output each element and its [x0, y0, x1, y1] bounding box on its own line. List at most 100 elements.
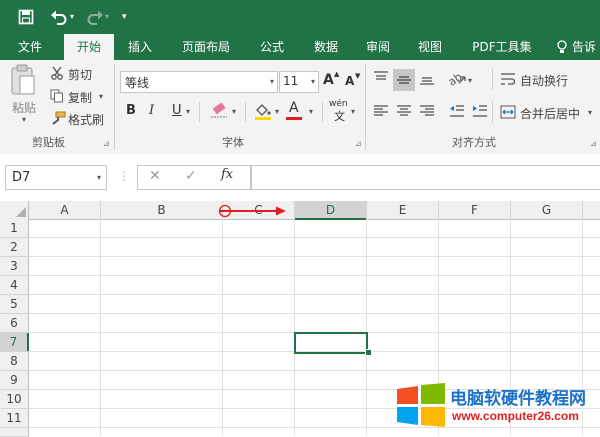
merge-dropdown-icon[interactable]: ▾ — [588, 108, 592, 117]
increase-arrow-icon: ▲ — [334, 70, 340, 78]
row-header-7[interactable]: 7 — [0, 333, 29, 352]
wrap-text-button[interactable]: 自动换行 — [520, 72, 568, 89]
tab-formulas[interactable]: 公式 — [250, 34, 294, 60]
separator — [114, 64, 115, 150]
select-all-corner[interactable] — [0, 201, 29, 220]
insert-function-button[interactable]: fx — [221, 167, 233, 182]
font-group-label: 字体 — [222, 136, 244, 149]
font-size-dropdown[interactable]: 11 ▾ — [279, 71, 319, 93]
column-header-g[interactable]: G — [511, 201, 583, 220]
merge-center-icon[interactable] — [500, 104, 516, 123]
phonetic-dropdown-icon[interactable]: ▾ — [351, 107, 355, 116]
row-header-4[interactable]: 4 — [0, 276, 29, 295]
column-header-a[interactable]: A — [29, 201, 101, 220]
column-header-f[interactable]: F — [439, 201, 511, 220]
merge-center-button[interactable]: 合并后居中 — [520, 105, 580, 122]
column-header-e[interactable]: E — [367, 201, 439, 220]
font-color-button[interactable]: A — [289, 100, 299, 116]
paste-dropdown-icon[interactable]: ▾ — [22, 115, 26, 124]
windows-logo-icon — [396, 383, 446, 430]
middle-align-button[interactable] — [393, 69, 415, 91]
copy-icon[interactable] — [50, 89, 64, 106]
confirm-icon[interactable]: ✓ — [185, 168, 197, 184]
redo-icon[interactable] — [86, 0, 104, 37]
more-options-icon[interactable]: ⋮ — [118, 169, 130, 183]
increase-indent-icon[interactable] — [472, 103, 488, 122]
tab-tell-me[interactable]: 告诉 — [572, 34, 600, 60]
cut-button[interactable]: 剪切 — [68, 66, 92, 83]
row-header-8[interactable]: 8 — [0, 352, 29, 371]
column-header-d[interactable]: D — [295, 201, 367, 220]
cancel-icon[interactable]: ✕ — [149, 168, 161, 184]
align-right-icon[interactable] — [419, 103, 435, 122]
tab-review[interactable]: 审阅 — [356, 34, 400, 60]
paste-icon[interactable] — [10, 64, 36, 101]
row-header-11[interactable]: 11 — [0, 409, 29, 428]
save-icon[interactable] — [18, 0, 34, 37]
row-header-1[interactable]: 1 — [0, 219, 29, 238]
lightbulb-icon[interactable] — [556, 40, 568, 57]
top-align-icon[interactable] — [373, 70, 389, 89]
watermark-title: 电脑软硬件教程网 — [450, 389, 586, 409]
align-center-icon[interactable] — [396, 103, 412, 122]
font-name-dropdown[interactable]: 等线 ▾ — [120, 71, 278, 93]
font-dialog-launcher-icon[interactable]: ⊿ — [355, 139, 362, 148]
fill-color-icon[interactable] — [254, 102, 272, 123]
fill-handle[interactable] — [365, 349, 372, 356]
font-color-dropdown-icon[interactable]: ▾ — [309, 107, 313, 116]
decrease-indent-icon[interactable] — [449, 103, 465, 122]
tab-data[interactable]: 数据 — [304, 34, 348, 60]
tab-view[interactable]: 视图 — [408, 34, 452, 60]
wrap-text-icon[interactable] — [500, 71, 516, 90]
underline-dropdown-icon[interactable]: ▾ — [186, 107, 190, 116]
decrease-arrow-icon: ▼ — [355, 72, 361, 80]
orientation-icon[interactable]: ab — [446, 69, 467, 90]
border-dropdown-icon[interactable]: ▾ — [232, 107, 236, 116]
undo-icon[interactable] — [50, 0, 68, 37]
tab-pdf-tools[interactable]: PDF工具集 — [462, 34, 542, 60]
column-header-h[interactable] — [583, 201, 600, 220]
align-left-icon[interactable] — [373, 103, 389, 122]
customize-toolbar-icon[interactable]: ▾ — [122, 0, 127, 34]
gridline — [28, 313, 600, 314]
fill-color-dropdown-icon[interactable]: ▾ — [275, 107, 279, 116]
undo-dropdown-icon[interactable]: ▾ — [70, 0, 74, 34]
row-header-10[interactable]: 10 — [0, 390, 29, 409]
separator — [322, 102, 323, 122]
italic-button[interactable]: I — [149, 103, 154, 118]
clipboard-dialog-launcher-icon[interactable]: ⊿ — [103, 139, 110, 148]
format-painter-button[interactable]: 格式刷 — [68, 111, 104, 128]
gridline — [28, 256, 600, 257]
tab-file[interactable]: 文件 — [6, 34, 54, 60]
ribbon-tabs: 文件 开始 插入 页面布局 公式 数据 审阅 视图 PDF工具集 告诉 — [0, 34, 600, 60]
scissors-icon[interactable] — [50, 66, 64, 83]
formula-input[interactable] — [251, 165, 600, 190]
tab-page-layout[interactable]: 页面布局 — [172, 34, 240, 60]
gridline — [100, 219, 101, 436]
bold-button[interactable]: B — [126, 103, 136, 118]
tab-insert[interactable]: 插入 — [118, 34, 162, 60]
eraser-border-icon[interactable] — [210, 102, 228, 122]
row-header-9[interactable]: 9 — [0, 371, 29, 390]
bottom-align-icon[interactable] — [419, 70, 435, 89]
format-painter-icon[interactable] — [50, 111, 66, 128]
gridline — [294, 219, 295, 436]
paste-button[interactable]: 粘贴 — [12, 99, 36, 116]
decrease-font-size-button[interactable]: A — [345, 74, 354, 88]
redo-dropdown-icon[interactable]: ▾ — [105, 0, 109, 34]
underline-button[interactable]: U — [172, 103, 182, 118]
chevron-down-icon: ▾ — [269, 77, 274, 86]
alignment-dialog-launcher-icon[interactable]: ⊿ — [590, 139, 597, 148]
row-header-6[interactable]: 6 — [0, 314, 29, 333]
copy-dropdown-icon[interactable]: ▾ — [99, 92, 103, 101]
row-header-5[interactable]: 5 — [0, 295, 29, 314]
column-header-b[interactable]: B — [101, 201, 223, 220]
active-cell-d7[interactable] — [294, 332, 368, 354]
copy-button[interactable]: 复制 — [68, 89, 92, 106]
row-header-3[interactable]: 3 — [0, 257, 29, 276]
name-box[interactable]: D7 ▾ — [5, 165, 107, 190]
row-header-2[interactable]: 2 — [0, 238, 29, 257]
increase-font-size-button[interactable]: A — [323, 72, 334, 88]
orientation-dropdown-icon[interactable]: ▾ — [468, 76, 472, 85]
tab-home[interactable]: 开始 — [64, 34, 114, 60]
